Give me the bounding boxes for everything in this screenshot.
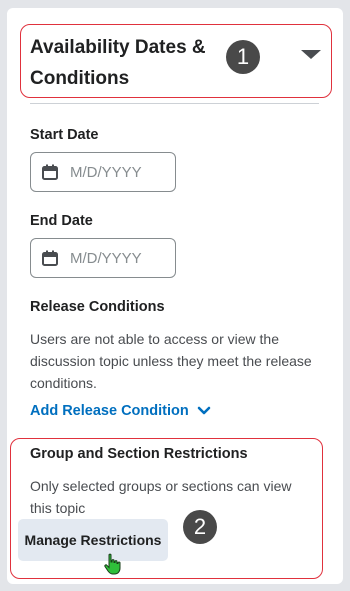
add-release-condition-link[interactable]: Add Release Condition [30, 403, 211, 419]
caret-down-icon[interactable] [301, 50, 321, 59]
end-date-placeholder: M/D/YYYY [70, 249, 142, 267]
start-date-placeholder: M/D/YYYY [70, 163, 142, 181]
restrictions-description: Only selected groups or sections can vie… [30, 478, 292, 516]
callout-badge-1: 1 [226, 40, 260, 74]
hand-pointer-icon [104, 553, 121, 575]
manage-restrictions-button[interactable]: Manage Restrictions [18, 519, 168, 561]
callout-badge-2: 2 [183, 510, 217, 544]
calendar-icon [42, 164, 58, 180]
start-date-field[interactable]: M/D/YYYY [30, 152, 176, 192]
restrictions-label: Group and Section Restrictions [30, 446, 248, 462]
calendar-icon [42, 250, 58, 266]
add-release-condition-label: Add Release Condition [30, 403, 189, 419]
release-conditions-label: Release Conditions [30, 299, 165, 315]
start-date-label: Start Date [30, 127, 99, 143]
release-conditions-description: Users are not able to access or view the… [30, 331, 312, 391]
divider [30, 103, 319, 104]
chevron-down-icon [197, 406, 211, 415]
section-title[interactable]: Availability Dates & Conditions [30, 32, 240, 94]
end-date-field[interactable]: M/D/YYYY [30, 238, 176, 278]
end-date-label: End Date [30, 213, 93, 229]
